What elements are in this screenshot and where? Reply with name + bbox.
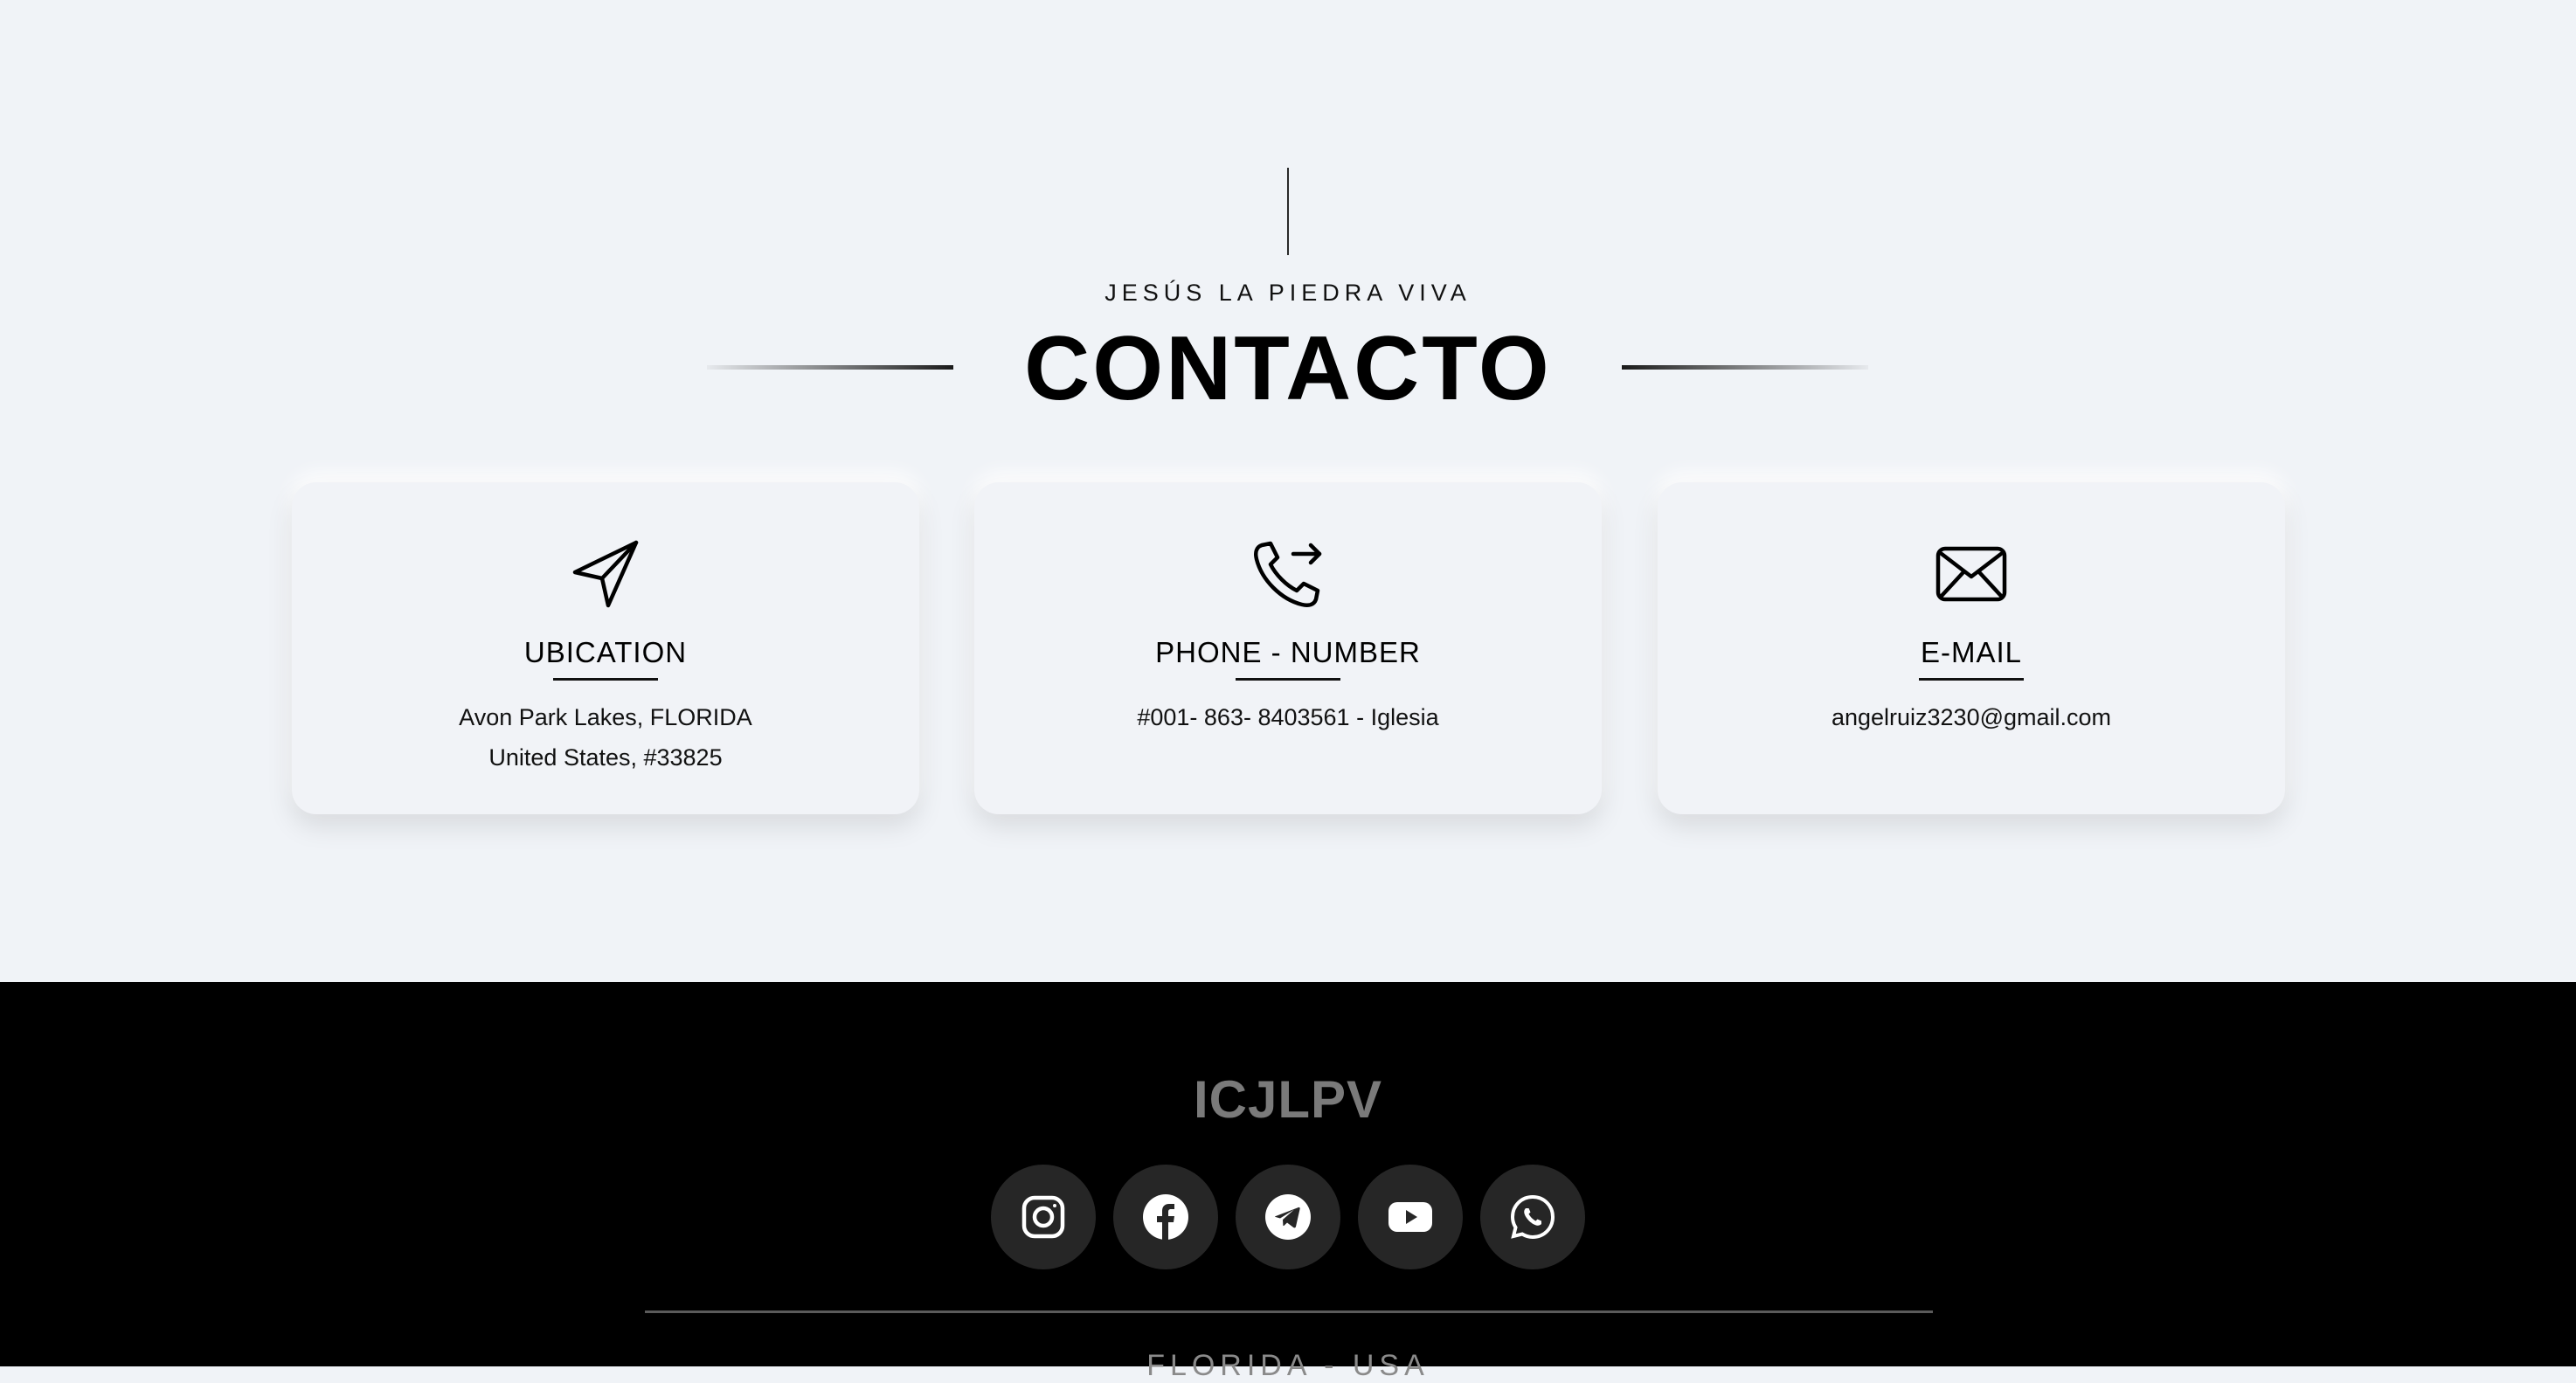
vertical-divider bbox=[1287, 168, 1289, 255]
footer-divider bbox=[645, 1310, 1933, 1313]
youtube-icon bbox=[1388, 1202, 1432, 1232]
card-title-underline bbox=[553, 678, 658, 681]
phone-number[interactable]: #001- 863- 8403561 - Iglesia bbox=[974, 697, 1602, 737]
footer-brand: ICJLPV bbox=[1193, 1070, 1383, 1129]
envelope-icon bbox=[1658, 536, 2285, 610]
address-line-2: United States, #33825 bbox=[488, 744, 723, 771]
card-title: UBICATION bbox=[523, 636, 688, 668]
card-text: #001- 863- 8403561 - Iglesia bbox=[974, 697, 1602, 737]
address-line-1: Avon Park Lakes, FLORIDA bbox=[459, 704, 752, 730]
instagram-icon bbox=[1021, 1195, 1065, 1239]
whatsapp-icon bbox=[1510, 1194, 1555, 1240]
title-decoration-right bbox=[1622, 365, 1868, 370]
card-title-underline bbox=[1919, 678, 2024, 681]
footer: ICJLPV FLORIDA - USA bbox=[0, 982, 2576, 1382]
email-address[interactable]: angelruiz3230@gmail.com bbox=[1658, 697, 2285, 737]
contact-section: JESÚS LA PIEDRA VIVA CONTACTO UBICATION … bbox=[0, 0, 2576, 982]
facebook-icon bbox=[1143, 1194, 1188, 1240]
paper-plane-icon bbox=[292, 536, 919, 610]
telegram-icon bbox=[1265, 1194, 1311, 1240]
card-title: E-MAIL bbox=[1920, 636, 2023, 668]
email-card: E-MAIL angelruiz3230@gmail.com bbox=[1658, 482, 2285, 814]
card-title: PHONE - NUMBER bbox=[1155, 636, 1421, 668]
facebook-button[interactable] bbox=[1113, 1165, 1218, 1269]
card-text: Avon Park Lakes, FLORIDA United States, … bbox=[292, 697, 919, 778]
section-subtitle: JESÚS LA PIEDRA VIVA bbox=[1104, 280, 1472, 306]
social-links bbox=[991, 1165, 1585, 1269]
telegram-button[interactable] bbox=[1236, 1165, 1340, 1269]
youtube-button[interactable] bbox=[1358, 1165, 1463, 1269]
page-title: CONTACTO bbox=[1024, 318, 1552, 419]
phone-outgoing-icon bbox=[974, 536, 1602, 610]
location-card: UBICATION Avon Park Lakes, FLORIDA Unite… bbox=[292, 482, 919, 814]
whatsapp-button[interactable] bbox=[1480, 1165, 1585, 1269]
card-text: angelruiz3230@gmail.com bbox=[1658, 697, 2285, 737]
phone-card: PHONE - NUMBER #001- 863- 8403561 - Igle… bbox=[974, 482, 1602, 814]
card-title-underline bbox=[1236, 678, 1340, 681]
instagram-button[interactable] bbox=[991, 1165, 1096, 1269]
